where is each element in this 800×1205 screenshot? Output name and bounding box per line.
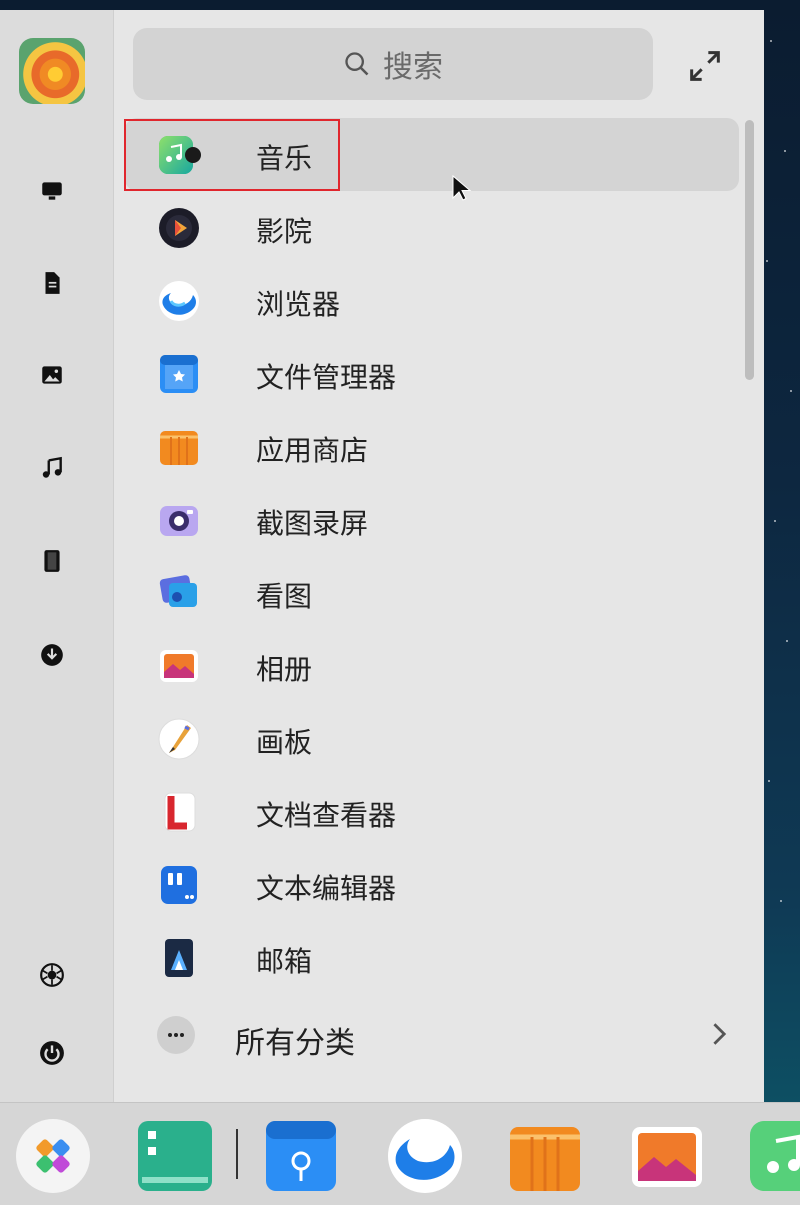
app-item-movie[interactable]: 影院	[125, 191, 739, 264]
image-viewer-icon	[157, 571, 201, 615]
fullscreen-expand-icon[interactable]	[685, 46, 725, 86]
app-item-text-editor[interactable]: 文本编辑器	[125, 848, 739, 921]
music-icon[interactable]	[748, 1117, 800, 1195]
app-label: 邮箱	[256, 945, 313, 978]
app-label: 文本编辑器	[256, 872, 397, 905]
multitasking-icon[interactable]	[136, 1117, 214, 1195]
search-input[interactable]: 搜索	[133, 28, 653, 100]
video-icon[interactable]	[37, 546, 67, 576]
file-manager-icon	[157, 352, 201, 396]
search-placeholder: 搜索	[383, 50, 443, 85]
app-item-app-store[interactable]: 应用商店	[125, 410, 739, 483]
album-icon[interactable]	[628, 1117, 706, 1195]
selection-highlight-box	[124, 119, 340, 191]
chevron-right-icon	[713, 1023, 727, 1045]
draw-icon	[157, 717, 201, 761]
download-icon[interactable]	[37, 640, 67, 670]
app-list-scrollbar[interactable]	[745, 120, 754, 380]
dock-separator	[236, 1129, 238, 1179]
app-label: 文件管理器	[256, 361, 397, 394]
more-icon	[157, 1016, 195, 1054]
app-item-draw[interactable]: 画板	[125, 702, 739, 775]
file-manager-icon[interactable]	[262, 1117, 340, 1195]
app-label: 影院	[256, 215, 313, 248]
app-label: 画板	[256, 726, 313, 759]
app-item-mail[interactable]: 邮箱	[125, 921, 739, 994]
album-icon	[157, 644, 201, 688]
dock	[0, 1102, 800, 1205]
picture-icon[interactable]	[37, 360, 67, 390]
browser-icon[interactable]	[386, 1117, 464, 1195]
power-icon[interactable]	[37, 1038, 67, 1068]
app-store-icon	[157, 425, 201, 469]
app-item-file-manager[interactable]: 文件管理器	[125, 337, 739, 410]
all-categories-button[interactable]: 所有分类	[125, 1010, 739, 1070]
search-icon	[345, 52, 369, 76]
document-viewer-icon	[157, 790, 201, 834]
monitor-icon[interactable]	[37, 176, 67, 206]
launcher-sidebar	[0, 10, 114, 1102]
app-label: 浏览器	[256, 288, 341, 321]
app-list: 音乐 影院 浏览器 文件管理器 应用商店 截图录屏 看图 相册 画板 文档查看器…	[124, 118, 739, 994]
app-label: 相册	[256, 653, 313, 686]
launcher-window: 搜索 音乐 影院 浏览器 文件管理器 应用商店 截图录屏 看图 相册 画板 文档…	[0, 10, 764, 1102]
movie-icon	[157, 206, 201, 250]
text-editor-icon	[157, 863, 201, 907]
app-label: 截图录屏	[256, 507, 369, 540]
document-icon[interactable]	[37, 268, 67, 298]
settings-icon[interactable]	[37, 960, 67, 990]
user-avatar[interactable]	[19, 38, 85, 104]
app-item-music[interactable]: 音乐	[124, 118, 739, 191]
app-item-document-viewer[interactable]: 文档查看器	[125, 775, 739, 848]
app-item-screenshot[interactable]: 截图录屏	[125, 483, 739, 556]
app-label: 文档查看器	[256, 799, 397, 832]
browser-icon	[157, 279, 201, 323]
wallpaper-stars	[760, 0, 800, 1100]
launcher-main: 搜索 音乐 影院 浏览器 文件管理器 应用商店 截图录屏 看图 相册 画板 文档…	[113, 10, 764, 1102]
all-categories-label: 所有分类	[235, 1026, 355, 1061]
mail-icon	[157, 936, 201, 980]
app-store-icon[interactable]	[506, 1117, 584, 1195]
mouse-cursor-icon	[452, 174, 472, 201]
app-item-image-viewer[interactable]: 看图	[125, 556, 739, 629]
app-label: 看图	[256, 580, 313, 613]
launcher-icon[interactable]	[14, 1117, 92, 1195]
screenshot-icon	[157, 498, 201, 542]
app-item-browser[interactable]: 浏览器	[125, 264, 739, 337]
app-label: 应用商店	[256, 434, 369, 467]
app-item-album[interactable]: 相册	[125, 629, 739, 702]
music-note-icon[interactable]	[37, 453, 67, 483]
